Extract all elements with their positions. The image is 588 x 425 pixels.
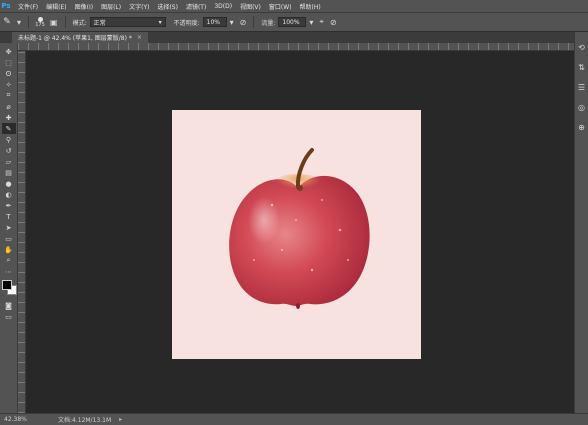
- blend-mode-select[interactable]: 正常 ▾: [89, 17, 166, 27]
- opacity-field[interactable]: 10%: [202, 17, 227, 27]
- hand-icon[interactable]: ✋: [2, 244, 16, 255]
- tools-panel: ✥ ⬚ ʘ ✧ ⌗ ⌀ ✚ ✎ ⚲ ↺ ▱ ▤ ● ◐ ✒ T ➤ ▭ ✋ ⌕ …: [0, 43, 18, 413]
- eyedropper-icon[interactable]: ⌀: [2, 101, 16, 112]
- pressure-size-icon[interactable]: ⊘: [330, 18, 337, 27]
- menu-select[interactable]: 选择(S): [157, 2, 178, 11]
- blur-icon[interactable]: ●: [2, 178, 16, 189]
- menu-bar: Ps 文件(F) 编辑(E) 图像(I) 图层(L) 文字(Y) 选择(S) 滤…: [0, 0, 588, 12]
- menu-edit[interactable]: 编辑(E): [46, 2, 66, 11]
- mode-label: 模式:: [72, 19, 87, 27]
- workspace[interactable]: [26, 51, 574, 413]
- status-menu-icon[interactable]: ▸: [119, 416, 122, 423]
- chevron-down-icon[interactable]: ▾: [230, 18, 234, 27]
- menu-view[interactable]: 视图(V): [240, 2, 261, 11]
- magic-wand-icon[interactable]: ✧: [2, 79, 16, 90]
- path-select-icon[interactable]: ➤: [2, 222, 16, 233]
- opacity-label: 不透明度:: [173, 19, 200, 27]
- right-panel-dock: ⟲ ⇅ ☰ ◎ ⊕: [574, 32, 588, 413]
- menu-help[interactable]: 帮助(H): [300, 2, 321, 11]
- quick-mask-icon[interactable]: ◙: [2, 300, 16, 311]
- menu-window[interactable]: 窗口(W): [269, 2, 292, 11]
- document-tab[interactable]: 未标题-1 @ 42.4% (苹果1, 图层蒙版/8) * ×: [12, 32, 148, 43]
- blend-mode-value: 正常: [93, 19, 106, 27]
- menu-layer[interactable]: 图层(L): [101, 2, 121, 11]
- adjust-icon[interactable]: ⇅: [576, 60, 588, 74]
- divider: [64, 16, 66, 28]
- color-swatches[interactable]: [1, 280, 17, 295]
- channels-icon[interactable]: ◎: [576, 100, 588, 114]
- zoom-level[interactable]: 42.38%: [4, 416, 44, 423]
- brush-picker[interactable]: 175: [33, 15, 47, 29]
- menu-image[interactable]: 图像(I): [75, 2, 93, 11]
- layers-icon[interactable]: ☰: [576, 80, 588, 94]
- chevron-down-icon[interactable]: ▾: [309, 18, 313, 27]
- crop-icon[interactable]: ⌗: [2, 90, 16, 101]
- brush-panel-toggle-icon[interactable]: ▣: [50, 18, 58, 27]
- apple-image: [229, 148, 370, 309]
- chevron-down-icon: ▾: [158, 18, 162, 26]
- chevron-down-icon[interactable]: ▾: [17, 18, 21, 27]
- clone-stamp-icon[interactable]: ⚲: [2, 134, 16, 145]
- healing-icon[interactable]: ✚: [2, 112, 16, 123]
- shape-icon[interactable]: ▭: [2, 233, 16, 244]
- flow-value: 100%: [282, 18, 300, 26]
- airbrush-icon[interactable]: ⌖: [319, 17, 324, 27]
- horizontal-ruler[interactable]: [18, 43, 574, 51]
- brush-size: 175: [35, 21, 45, 28]
- more-tools-icon[interactable]: ⋯: [2, 266, 16, 277]
- document-canvas[interactable]: [172, 110, 421, 359]
- eraser-icon[interactable]: ▱: [2, 156, 16, 167]
- brush-tool-preset-icon[interactable]: ✎: [0, 17, 14, 27]
- flow-label: 流量:: [261, 19, 276, 27]
- paths-icon[interactable]: ⊕: [576, 120, 588, 134]
- divider: [253, 16, 255, 28]
- history-brush-icon[interactable]: ↺: [2, 145, 16, 156]
- photoshop-logo[interactable]: Ps: [0, 0, 12, 12]
- type-icon[interactable]: T: [2, 211, 16, 222]
- vertical-ruler[interactable]: [18, 51, 26, 413]
- opacity-value: 10%: [206, 18, 220, 26]
- pen-icon[interactable]: ✒: [2, 200, 16, 211]
- move-icon[interactable]: ✥: [2, 46, 16, 57]
- lasso-icon[interactable]: ʘ: [2, 68, 16, 79]
- menu-type[interactable]: 文字(Y): [129, 2, 149, 11]
- document-info: 文档:4.12M/13.1M: [58, 417, 112, 424]
- options-bar: ✎ ▾ 175 ▣ 模式: 正常 ▾ 不透明度: 10% ▾ ⊘ 流量: 100…: [0, 12, 588, 32]
- divider: [28, 16, 30, 28]
- dodge-icon[interactable]: ◐: [2, 189, 16, 200]
- flow-field[interactable]: 100%: [278, 17, 307, 27]
- close-icon[interactable]: ×: [137, 34, 142, 41]
- document-tab-bar: 未标题-1 @ 42.4% (苹果1, 图层蒙版/8) * ×: [0, 32, 588, 43]
- foreground-color-swatch[interactable]: [1, 280, 12, 290]
- menu-file[interactable]: 文件(F): [18, 2, 38, 11]
- menu-3d[interactable]: 3D(D): [214, 3, 232, 10]
- zoom-icon[interactable]: ⌕: [2, 255, 16, 266]
- pressure-opacity-icon[interactable]: ⊘: [240, 18, 247, 27]
- menu-filter[interactable]: 滤镜(T): [186, 2, 206, 11]
- gradient-icon[interactable]: ▤: [2, 167, 16, 178]
- history-icon[interactable]: ⟲: [576, 40, 588, 54]
- screen-mode-icon[interactable]: ▭: [2, 311, 16, 322]
- brush-icon[interactable]: ✎: [1, 123, 16, 134]
- status-bar: 42.38% 文档:4.12M/13.1M ▸: [0, 413, 588, 425]
- marquee-icon[interactable]: ⬚: [2, 57, 16, 68]
- document-tab-title: 未标题-1 @ 42.4% (苹果1, 图层蒙版/8) *: [18, 35, 132, 42]
